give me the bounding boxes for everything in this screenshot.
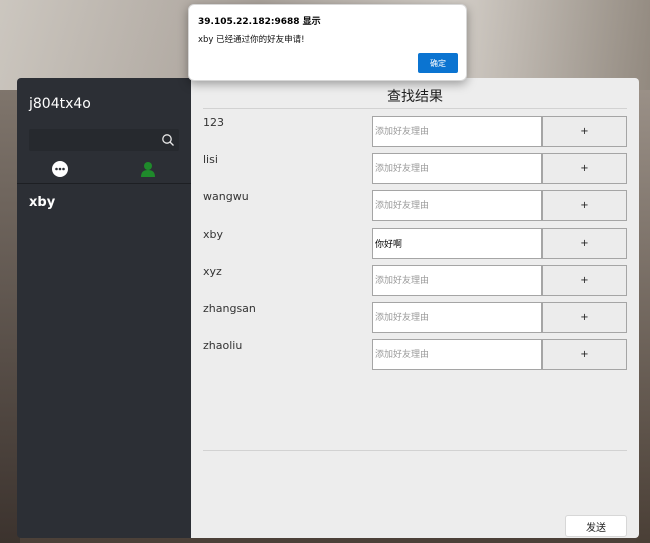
result-name: zhangsan [203, 302, 256, 315]
username: j804tx4o [29, 96, 91, 112]
reason-input[interactable] [372, 228, 542, 259]
result-name: lisi [203, 153, 218, 166]
result-name: wangwu [203, 190, 249, 203]
add-friend-button[interactable]: + [542, 153, 627, 184]
message-divider [203, 450, 627, 451]
result-row: lisi + [203, 153, 627, 185]
result-row: zhangsan + [203, 302, 627, 334]
search-box [29, 129, 179, 152]
reason-input[interactable] [372, 302, 542, 333]
sidebar-divider [17, 183, 191, 184]
title-divider [203, 108, 627, 109]
sidebar: j804tx4o xby [17, 78, 191, 538]
chat-icon[interactable] [51, 160, 69, 178]
send-button[interactable]: 发送 [565, 515, 627, 537]
reason-input[interactable] [372, 116, 542, 147]
add-friend-button[interactable]: + [542, 116, 627, 147]
reason-input[interactable] [372, 339, 542, 370]
sidebar-icon-row [17, 160, 191, 180]
alert-dialog: 39.105.22.182:9688 显示 xby 已经通过你的好友申请! 确定 [188, 4, 467, 81]
add-friend-button[interactable]: + [542, 302, 627, 333]
reason-input[interactable] [372, 153, 542, 184]
result-name: xby [203, 228, 224, 241]
reason-input[interactable] [372, 190, 542, 221]
search-icon[interactable] [161, 133, 175, 147]
alert-title: 39.105.22.182:9688 显示 [198, 17, 321, 27]
friend-item-xby[interactable]: xby [29, 195, 55, 210]
main-panel: 查找结果 123 + lisi + wangwu + xby + xyz + [191, 78, 639, 538]
result-row: xyz + [203, 265, 627, 297]
result-name: zhaoliu [203, 339, 243, 352]
add-friend-button[interactable]: + [542, 339, 627, 370]
result-row: wangwu + [203, 190, 627, 222]
result-row: xby + [203, 228, 627, 260]
alert-ok-button[interactable]: 确定 [418, 53, 458, 73]
contacts-icon[interactable] [139, 160, 157, 178]
reason-input[interactable] [372, 265, 542, 296]
result-name: xyz [203, 265, 222, 278]
result-row: 123 + [203, 116, 627, 148]
alert-message: xby 已经通过你的好友申请! [198, 35, 305, 45]
result-row: zhaoliu + [203, 339, 627, 371]
page-title: 查找结果 [387, 89, 443, 105]
search-input[interactable] [29, 129, 154, 152]
add-friend-button[interactable]: + [542, 228, 627, 259]
result-name: 123 [203, 116, 224, 129]
chat-window: j804tx4o xby 查找结果 123 添加好友理由 + lisi 添加好友… [17, 78, 639, 538]
add-friend-button[interactable]: + [542, 190, 627, 221]
add-friend-button[interactable]: + [542, 265, 627, 296]
